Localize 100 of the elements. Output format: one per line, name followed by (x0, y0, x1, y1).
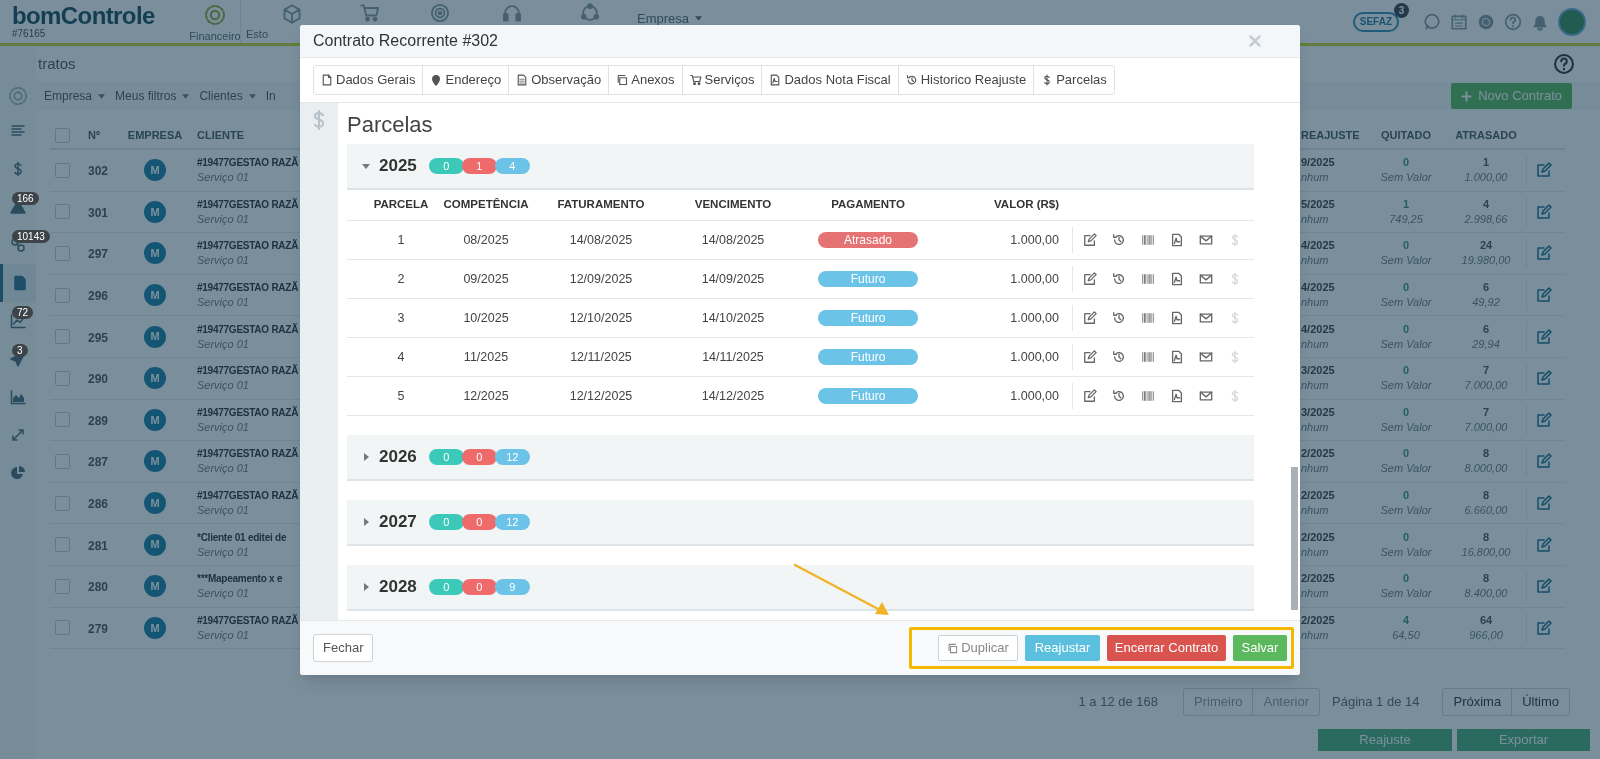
document-icon (516, 74, 529, 86)
edit-button[interactable] (1536, 287, 1552, 304)
edit-button[interactable] (1536, 411, 1552, 428)
column-header: QUITADO (1381, 127, 1431, 143)
caret-icon[interactable] (363, 453, 369, 461)
tab[interactable]: Endereço (422, 66, 509, 94)
edit-button[interactable] (1083, 350, 1097, 364)
year-panel[interactable]: 2026 0 0 12 (347, 435, 1254, 481)
checkbox[interactable] (55, 495, 70, 511)
history-button[interactable] (1112, 350, 1126, 364)
table-cell: 7.000,00 (1464, 419, 1508, 435)
table-cell: nhum (1301, 586, 1329, 602)
edit-icon (1083, 350, 1097, 364)
sidebar-item[interactable] (0, 264, 36, 302)
tab[interactable]: Serviços (681, 66, 762, 94)
save-button[interactable]: Salvar (1233, 635, 1287, 661)
pdf-button[interactable] (1170, 233, 1184, 247)
tab[interactable]: Dados Gerais (314, 66, 423, 94)
pagination-button[interactable]: Próxima (1443, 689, 1513, 716)
edit-button[interactable] (1536, 619, 1552, 636)
filter-dropdown[interactable]: Empresa (44, 87, 106, 105)
edit-button[interactable] (1536, 162, 1552, 179)
edit-button[interactable] (1536, 578, 1552, 595)
edit-button[interactable] (1536, 203, 1552, 220)
pdf-button[interactable] (1170, 272, 1184, 286)
history-button[interactable] (1112, 233, 1126, 247)
tab[interactable]: Anexos (608, 66, 682, 94)
checkbox[interactable] (55, 204, 70, 220)
end-contract-button[interactable]: Encerrar Contrato (1107, 635, 1226, 661)
filter-dropdown[interactable]: In (265, 87, 276, 105)
nav-label[interactable]: Financeiro (189, 28, 241, 45)
pagination-button[interactable]: Último (1512, 689, 1569, 716)
checkbox[interactable] (55, 453, 70, 469)
edit-button[interactable] (1536, 495, 1552, 512)
caret-icon[interactable] (362, 163, 370, 169)
edit-button[interactable] (1536, 536, 1552, 553)
filter-dropdown[interactable]: Meus filtros (115, 87, 190, 105)
checkbox[interactable] (55, 127, 70, 143)
history-button[interactable] (1112, 389, 1126, 403)
checkbox[interactable] (55, 620, 70, 636)
company-dropdown[interactable]: Empresa (637, 9, 703, 29)
checkbox[interactable] (55, 370, 70, 386)
barcode-button[interactable] (1141, 389, 1155, 403)
year-panel[interactable]: 2025 0 1 4 (347, 144, 1254, 190)
edit-button[interactable] (1536, 453, 1552, 470)
edit-button[interactable] (1536, 328, 1552, 345)
close-button[interactable]: Fechar (313, 634, 374, 662)
edit-button[interactable] (1536, 245, 1552, 262)
history-icon (905, 74, 918, 86)
duplicate-button[interactable]: Duplicar (938, 635, 1018, 661)
barcode-button[interactable] (1141, 233, 1155, 247)
pdf-button[interactable] (1170, 350, 1184, 364)
edit-button[interactable] (1083, 272, 1097, 286)
email-button[interactable] (1199, 272, 1213, 286)
checkbox[interactable] (55, 287, 70, 303)
barcode-button[interactable] (1141, 311, 1155, 325)
pdf-button[interactable] (1170, 389, 1184, 403)
caret-icon[interactable] (363, 518, 369, 526)
email-button[interactable] (1199, 350, 1213, 364)
close-button[interactable] (1248, 34, 1262, 48)
nav-label[interactable]: Esto (246, 26, 268, 43)
tab[interactable]: Observação (508, 66, 609, 94)
checkbox[interactable] (55, 329, 70, 345)
filter-dropdown[interactable]: Clientes (199, 87, 256, 105)
history-button[interactable] (1112, 311, 1126, 325)
avatar[interactable] (1558, 7, 1586, 36)
history-button[interactable] (1112, 272, 1126, 286)
checkbox[interactable] (55, 578, 70, 594)
checkbox[interactable] (55, 246, 70, 261)
table-cell: nhum (1301, 170, 1329, 186)
year-panel[interactable]: 2027 0 0 12 (347, 500, 1254, 546)
email-button[interactable] (1199, 311, 1213, 325)
year-panel[interactable]: 2028 0 0 9 (347, 565, 1254, 611)
caret-icon[interactable] (363, 583, 369, 591)
adjust-button[interactable]: Reajustar (1025, 635, 1100, 661)
pdf-button[interactable] (1170, 311, 1184, 325)
barcode-button[interactable] (1141, 350, 1155, 364)
mail-icon (1199, 350, 1213, 364)
table-cell: nhum (1301, 253, 1329, 269)
logo[interactable]: bomControle (12, 4, 155, 28)
tab[interactable]: Historico Reajuste (897, 66, 1034, 94)
checkbox[interactable] (55, 537, 70, 553)
client-name: ***Mapeamento x e (197, 572, 283, 587)
scrollbar[interactable] (1291, 467, 1298, 610)
edit-button[interactable] (1536, 370, 1552, 387)
edit-icon (1083, 389, 1097, 403)
email-button[interactable] (1199, 389, 1213, 403)
barcode-button[interactable] (1141, 272, 1155, 286)
edit-button[interactable] (1083, 389, 1097, 403)
checkbox[interactable] (55, 162, 70, 178)
sidebar-item[interactable]: 3 (0, 340, 36, 378)
tab[interactable]: Dados Nota Fiscal (761, 66, 898, 94)
edit-button[interactable] (1083, 311, 1097, 325)
page-indicator: Página 1 de 14 (1332, 693, 1420, 712)
edit-button[interactable] (1083, 233, 1097, 247)
email-button[interactable] (1199, 233, 1213, 247)
tab[interactable]: Parcelas (1033, 66, 1114, 94)
sidebar-item[interactable]: 72 (0, 302, 36, 340)
table-cell: 2/2025 (1301, 612, 1335, 628)
checkbox[interactable] (55, 412, 70, 428)
